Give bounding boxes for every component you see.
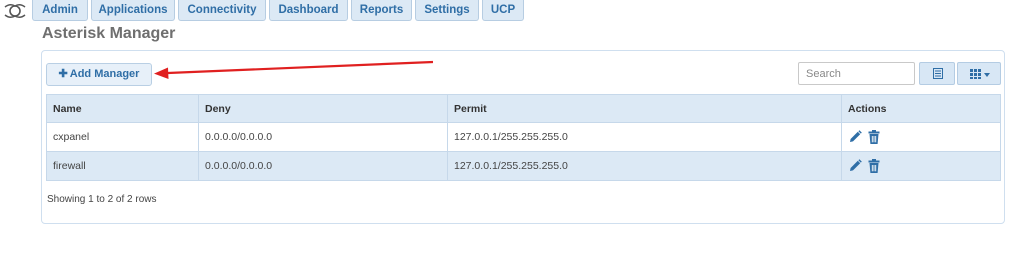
edit-pencil-icon[interactable] (848, 159, 862, 173)
top-navbar: Admin Applications Connectivity Dashboar… (0, 0, 1024, 22)
add-manager-label: Add Manager (69, 68, 140, 80)
caret-down-icon (984, 73, 990, 77)
column-header-name[interactable]: Name (46, 94, 199, 123)
search-input[interactable] (798, 62, 915, 85)
tab-applications[interactable]: Applications (91, 0, 175, 21)
grid-columns-icon (970, 69, 981, 79)
add-manager-button[interactable]: ✚ Add Manager (46, 63, 152, 86)
cell-name: firewall (46, 151, 199, 181)
columns-dropdown-button[interactable] (957, 62, 1001, 85)
column-header-deny[interactable]: Deny (198, 94, 448, 123)
tab-connectivity[interactable]: Connectivity (178, 0, 266, 21)
trash-icon[interactable] (867, 159, 881, 173)
tab-settings[interactable]: Settings (415, 0, 479, 21)
cell-actions (841, 122, 1001, 152)
plus-icon: ✚ (58, 68, 68, 80)
pagination-info: Showing 1 to 2 of 2 rows (47, 194, 157, 205)
tab-ucp[interactable]: UCP (482, 0, 524, 21)
tab-dashboard[interactable]: Dashboard (269, 0, 348, 21)
managers-table: Name Deny Permit Actions cxpanel 0.0.0.0… (46, 94, 1001, 181)
list-view-icon (933, 68, 943, 79)
cell-permit: 127.0.0.1/255.255.255.0 (447, 151, 842, 181)
table-row[interactable]: cxpanel 0.0.0.0/0.0.0.0 127.0.0.1/255.25… (46, 122, 1001, 152)
table-header-row: Name Deny Permit Actions (46, 94, 1001, 123)
cell-actions (841, 151, 1001, 181)
table-row[interactable]: firewall 0.0.0.0/0.0.0.0 127.0.0.1/255.2… (46, 151, 1001, 181)
cell-name: cxpanel (46, 122, 199, 152)
edit-pencil-icon[interactable] (848, 130, 862, 144)
freepbx-logo-icon[interactable] (2, 1, 28, 21)
page-title: Asterisk Manager (42, 25, 176, 42)
toggle-view-button[interactable] (919, 62, 955, 85)
cell-permit: 127.0.0.1/255.255.255.0 (447, 122, 842, 152)
tab-admin[interactable]: Admin (32, 0, 88, 21)
tab-reports[interactable]: Reports (351, 0, 412, 21)
column-header-actions[interactable]: Actions (841, 94, 1001, 123)
cell-deny: 0.0.0.0/0.0.0.0 (198, 122, 448, 152)
column-header-permit[interactable]: Permit (447, 94, 842, 123)
cell-deny: 0.0.0.0/0.0.0.0 (198, 151, 448, 181)
trash-icon[interactable] (867, 130, 881, 144)
